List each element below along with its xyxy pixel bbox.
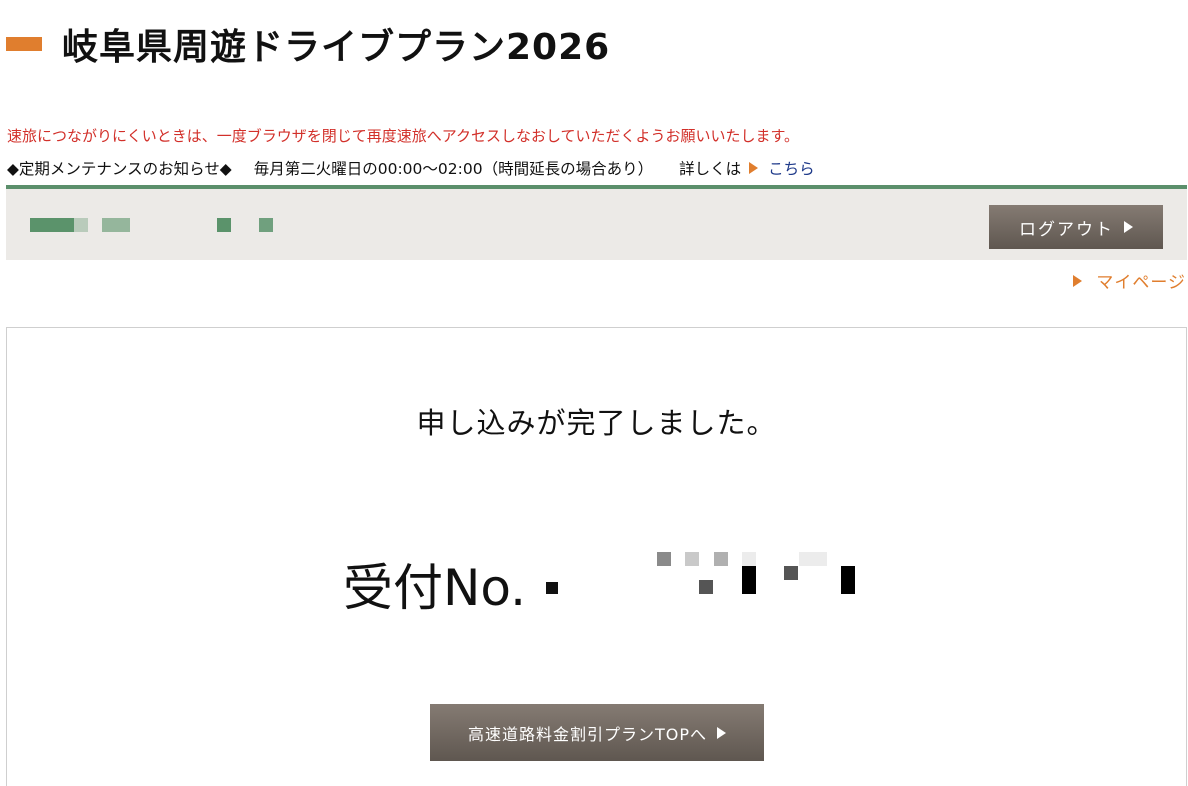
completion-panel: 申し込みが完了しました。 受付No. 高速道路料金割引プランTOPへ	[6, 327, 1187, 786]
redacted-block	[102, 218, 130, 232]
redacted-block	[217, 218, 231, 232]
mypage-label: マイページ	[1096, 273, 1186, 293]
redacted-block	[685, 552, 699, 566]
maintenance-notice: ◆定期メンテナンスのお知らせ◆ 毎月第二火曜日の00:00〜02:00（時間延長…	[7, 157, 815, 179]
redacted-block	[259, 218, 273, 232]
redacted-block	[30, 218, 74, 232]
arrow-right-icon	[1073, 274, 1083, 287]
logout-button[interactable]: ログアウト	[989, 205, 1163, 249]
mypage-link[interactable]: マイページ	[1073, 268, 1186, 293]
logout-label: ログアウト	[1019, 219, 1114, 240]
redacted-block	[74, 218, 88, 232]
plan-top-label: 高速道路料金割引プランTOPへ	[467, 724, 708, 744]
redacted-block	[784, 566, 798, 580]
page-title: 岐阜県周遊ドライブプラン2026	[62, 27, 611, 68]
connection-warning: 速旅につながりにくいときは、一度ブラウザを閉じて再度速旅へアクセスしなおしていた…	[7, 127, 800, 145]
plan-top-button[interactable]: 高速道路料金割引プランTOPへ	[430, 704, 764, 761]
user-bar: ログアウト	[6, 185, 1187, 260]
play-arrow-icon	[717, 726, 727, 739]
receipt-label: 受付No.	[343, 559, 527, 617]
arrow-right-icon	[749, 162, 759, 174]
redacted-block	[699, 580, 713, 594]
redacted-block	[714, 552, 728, 566]
redacted-block	[742, 552, 756, 566]
redacted-block	[546, 582, 558, 594]
receipt-number-row: 受付No.	[343, 548, 526, 620]
redacted-block	[657, 552, 671, 566]
page-header: 岐阜県周遊ドライブプラン2026	[6, 20, 610, 68]
redacted-block	[742, 566, 756, 594]
title-accent-bar	[6, 37, 42, 51]
completion-message: 申し込みが完了しました。	[416, 406, 777, 440]
maintenance-label: ◆定期メンテナンスのお知らせ◆	[7, 160, 232, 178]
maintenance-schedule: 毎月第二火曜日の00:00〜02:00（時間延長の場合あり）	[253, 160, 654, 178]
details-prefix: 詳しくは	[679, 160, 742, 178]
redacted-block	[841, 566, 855, 594]
play-arrow-icon	[1124, 221, 1133, 233]
maintenance-details-link[interactable]: こちら	[768, 157, 815, 179]
redacted-block	[799, 552, 827, 566]
